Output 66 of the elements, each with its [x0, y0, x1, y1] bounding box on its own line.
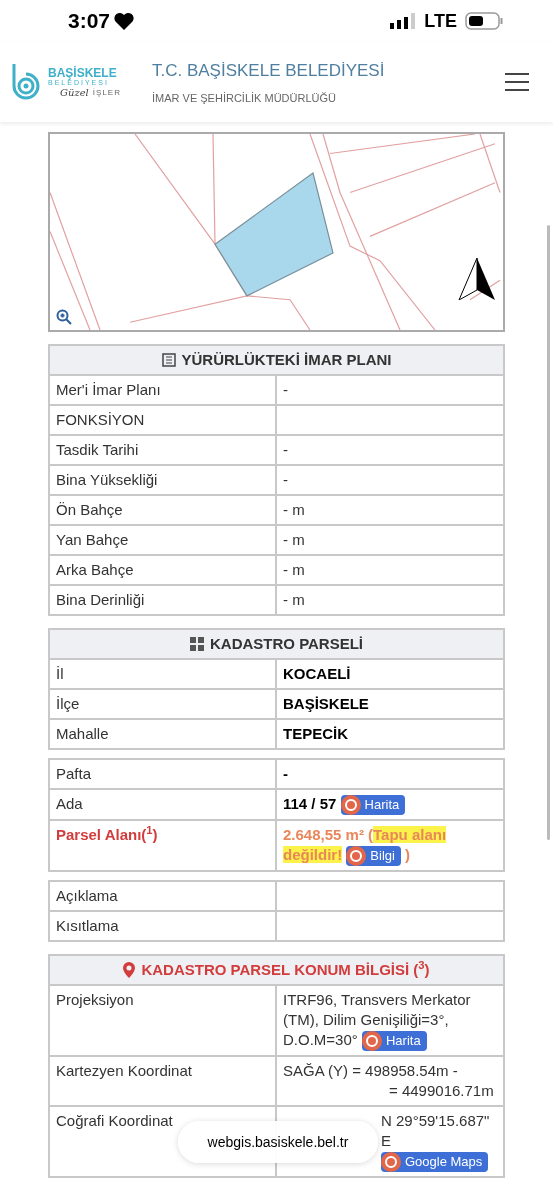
field-label: Coğrafi Koordinat — [56, 1112, 173, 1130]
field-label: Bina Yüksekliği — [56, 471, 158, 488]
field-value: ) — [404, 846, 411, 864]
network-type: LTE — [424, 9, 457, 33]
field-value: - m — [283, 531, 305, 548]
field-label: Ön Bahçe — [56, 501, 123, 518]
globe-icon — [381, 1152, 401, 1173]
map-link-button[interactable]: Harita — [340, 795, 406, 816]
field-value: 114 / 57 — [283, 795, 337, 812]
field-value: - m — [283, 561, 305, 578]
field-value: - m — [283, 591, 305, 608]
field-label: Parsel Alanı($^{1}$) — [56, 826, 158, 844]
list-icon — [161, 353, 176, 367]
field-value: - — [283, 441, 288, 458]
field-label: Bina Derinliği — [56, 591, 145, 608]
field-value: KOCAELİ — [283, 665, 351, 682]
field-value: SAĞA (Y) = 498958.54m - — [283, 1061, 459, 1082]
status-time: 3:07 — [68, 8, 111, 35]
site-subtitle: İMAR VE ŞEHİRCİLİK MÜDÜRLÜĞÜ — [152, 91, 337, 106]
url-bar[interactable]: webgis.basiskele.bel.tr — [178, 1121, 378, 1163]
field-label: Yan Bahçe — [56, 531, 129, 548]
field-label: FONKSİYON — [56, 411, 145, 428]
field-value: - — [283, 765, 288, 782]
globe-icon — [361, 1031, 382, 1052]
section-title: KADASTRO PARSELİ — [209, 635, 364, 653]
field-label: Arka Bahçe — [56, 561, 134, 578]
north-arrow-icon — [457, 258, 497, 300]
field-value: D.O.M=30° — [283, 1031, 358, 1049]
field-label: Pafta — [56, 765, 92, 782]
field-label: Açıklama — [56, 887, 118, 905]
site-title: T.C. BAŞİSKELE BELEDİYESİ — [152, 59, 386, 82]
logo-tagline: İŞLER — [92, 88, 121, 97]
field-value: = 4499016.71m — [389, 1082, 494, 1100]
field-label: Mer'i İmar Planı — [56, 381, 161, 398]
logo-name: BAŞİSKELE — [48, 66, 118, 79]
globe-icon — [346, 846, 367, 867]
field-value: TEPECİK — [283, 725, 348, 742]
field-value: BAŞİSKELE — [283, 695, 369, 712]
heart-icon — [114, 12, 135, 30]
location-pin-icon — [123, 962, 136, 979]
map-link-button[interactable]: Google Maps — [381, 1152, 489, 1173]
map-link-button[interactable]: Harita — [361, 1031, 427, 1052]
field-value: ITRF96, Transvers Merkator (TM), Dilim Genişiliği=3°, — [283, 990, 472, 1031]
field-label: İlçe — [56, 695, 80, 712]
field-value: - — [283, 381, 288, 398]
field-value: - m — [283, 501, 305, 518]
menu-icon[interactable] — [505, 73, 529, 91]
section-title: YÜRÜRLÜKTEKİ İMAR PLANI — [181, 351, 392, 369]
grid-icon — [189, 637, 204, 651]
url-text: webgis.basiskele.bel.tr — [207, 1132, 349, 1152]
field-label: Projeksiyon — [56, 991, 134, 1009]
zoom-in-icon[interactable] — [56, 309, 72, 325]
field-label: İl — [56, 665, 64, 682]
map-link-button[interactable]: Bilgi — [346, 846, 401, 867]
field-label: Ada — [56, 795, 83, 812]
field-label: Tasdik Tarihi — [56, 441, 139, 458]
signal-icon — [390, 13, 417, 29]
globe-icon — [340, 795, 361, 816]
section-title: KADASTRO PARSEL KONUM BİLGİSİ ($^{3}$) — [141, 961, 430, 980]
logo-script: Güzel — [60, 87, 89, 98]
field-label: Kısıtlama — [56, 917, 119, 935]
field-value: - — [283, 471, 288, 488]
battery-icon — [465, 12, 503, 30]
field-value: N 29°59'15.687" E — [381, 1112, 490, 1150]
field-label: Kartezyen Koordinat — [56, 1062, 192, 1080]
field-label: Mahalle — [56, 725, 109, 742]
